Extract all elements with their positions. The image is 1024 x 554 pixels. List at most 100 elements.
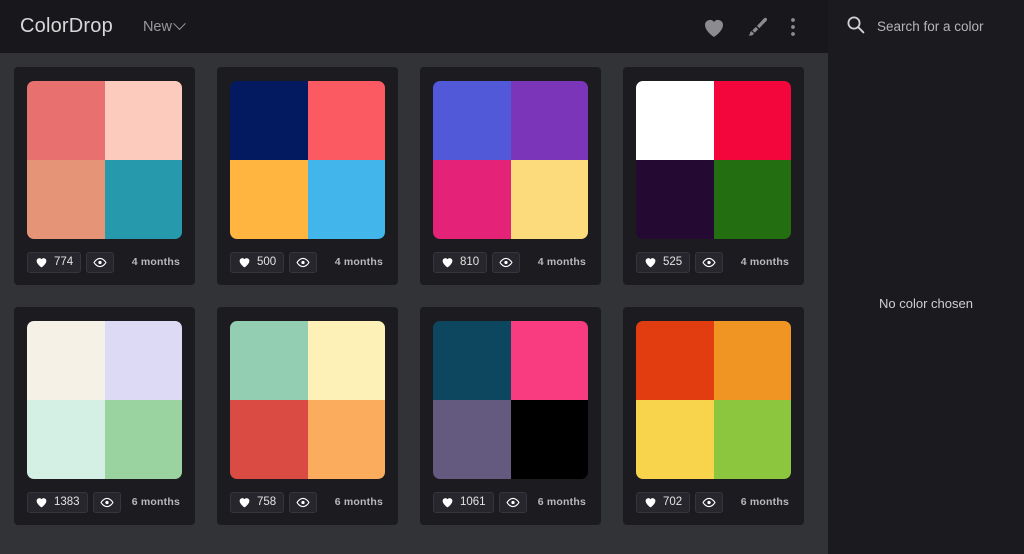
nav-new-dropdown[interactable]: New <box>142 17 186 35</box>
main-column: ColorDrop New 774 4 months 500 4 months … <box>0 0 828 554</box>
like-button[interactable]: 758 <box>230 491 285 513</box>
swatch-quadrant[interactable] <box>713 81 791 160</box>
card-footer: 774 4 months <box>27 251 182 273</box>
swatch-quadrant[interactable] <box>636 400 714 479</box>
like-count: 500 <box>257 256 277 268</box>
swatch-quadrant[interactable] <box>433 321 511 400</box>
swatch-quadrant[interactable] <box>307 321 385 400</box>
like-count: 1383 <box>54 496 80 508</box>
swatch-quadrant[interactable] <box>713 400 791 479</box>
eye-icon <box>296 497 310 508</box>
swatch-quadrant[interactable] <box>510 321 588 400</box>
palette-swatch[interactable] <box>27 81 182 239</box>
swatch-quadrant[interactable] <box>230 81 308 160</box>
swatch-quadrant[interactable] <box>636 321 714 400</box>
palette-card[interactable]: 702 6 months <box>623 307 804 525</box>
palette-card[interactable]: 1383 6 months <box>14 307 195 525</box>
swatch-quadrant[interactable] <box>636 81 714 160</box>
swatch-quadrant[interactable] <box>307 160 385 239</box>
eye-icon <box>505 497 520 508</box>
palette-card[interactable]: 525 4 months <box>623 67 804 285</box>
like-button[interactable]: 702 <box>636 491 691 513</box>
card-footer: 1383 6 months <box>27 491 182 513</box>
card-footer: 758 6 months <box>230 491 385 513</box>
palette-card[interactable]: 810 4 months <box>420 67 601 285</box>
like-button[interactable]: 774 <box>27 251 82 273</box>
card-age: 6 months <box>131 496 180 508</box>
swatch-quadrant[interactable] <box>433 160 511 239</box>
palette-card[interactable]: 774 4 months <box>14 67 195 285</box>
nav-new-label: New <box>142 18 172 35</box>
eye-icon <box>702 497 716 508</box>
palette-swatch[interactable] <box>27 321 182 479</box>
swatch-quadrant[interactable] <box>713 160 791 239</box>
preview-button[interactable] <box>289 251 318 273</box>
swatch-quadrant[interactable] <box>27 400 105 479</box>
swatch-quadrant[interactable] <box>104 400 182 479</box>
like-button[interactable]: 525 <box>636 251 691 273</box>
search-icon <box>846 15 865 39</box>
card-age: 6 months <box>537 496 586 508</box>
palette-card[interactable]: 500 4 months <box>217 67 398 285</box>
preview-button[interactable] <box>498 491 527 513</box>
heart-icon <box>644 256 657 268</box>
eye-icon <box>296 257 310 268</box>
swatch-quadrant[interactable] <box>433 81 511 160</box>
palette-swatch[interactable] <box>636 321 791 479</box>
search-input[interactable] <box>877 19 1007 34</box>
like-button[interactable]: 1383 <box>27 491 88 513</box>
like-button[interactable]: 810 <box>433 251 488 273</box>
palette-swatch[interactable] <box>433 321 588 479</box>
swatch-quadrant[interactable] <box>230 321 308 400</box>
preview-button[interactable] <box>492 251 521 273</box>
swatch-quadrant[interactable] <box>510 81 588 160</box>
preview-button[interactable] <box>289 491 318 513</box>
swatch-quadrant[interactable] <box>713 321 791 400</box>
swatch-quadrant[interactable] <box>307 81 385 160</box>
swatch-quadrant[interactable] <box>27 160 105 239</box>
more-vertical-icon[interactable] <box>790 16 796 38</box>
palette-swatch[interactable] <box>636 81 791 239</box>
heart-icon <box>35 256 48 268</box>
heart-icon <box>441 496 454 508</box>
swatch-quadrant[interactable] <box>433 400 511 479</box>
chevron-down-icon <box>173 17 186 31</box>
palette-grid-scroll[interactable]: 774 4 months 500 4 months 810 4 months 525 4 mo… <box>0 53 828 554</box>
like-count: 810 <box>460 256 480 268</box>
heart-icon <box>441 256 454 268</box>
swatch-quadrant[interactable] <box>27 81 105 160</box>
like-count: 758 <box>257 496 277 508</box>
eye-icon <box>93 257 107 268</box>
card-footer: 1061 6 months <box>433 491 588 513</box>
swatch-quadrant[interactable] <box>104 321 182 400</box>
search-bar[interactable] <box>828 0 1024 53</box>
palette-swatch[interactable] <box>230 81 385 239</box>
eye-icon <box>702 257 716 268</box>
swatch-quadrant[interactable] <box>104 160 182 239</box>
swatch-quadrant[interactable] <box>230 400 308 479</box>
swatch-quadrant[interactable] <box>307 400 385 479</box>
palette-swatch[interactable] <box>230 321 385 479</box>
like-button[interactable]: 1061 <box>433 491 494 513</box>
swatch-quadrant[interactable] <box>510 160 588 239</box>
palette-card[interactable]: 758 6 months <box>217 307 398 525</box>
preview-button[interactable] <box>86 251 115 273</box>
paintbrush-icon[interactable] <box>746 15 770 39</box>
preview-button[interactable] <box>92 491 121 513</box>
heart-icon[interactable] <box>702 16 726 38</box>
card-age: 4 months <box>740 256 789 268</box>
like-count: 774 <box>54 256 74 268</box>
heart-icon <box>35 496 48 508</box>
palette-card[interactable]: 1061 6 months <box>420 307 601 525</box>
swatch-quadrant[interactable] <box>510 400 588 479</box>
swatch-quadrant[interactable] <box>230 160 308 239</box>
preview-button[interactable] <box>695 251 724 273</box>
card-footer: 810 4 months <box>433 251 588 273</box>
heart-icon <box>238 256 251 268</box>
swatch-quadrant[interactable] <box>27 321 105 400</box>
swatch-quadrant[interactable] <box>636 160 714 239</box>
palette-swatch[interactable] <box>433 81 588 239</box>
preview-button[interactable] <box>695 491 724 513</box>
swatch-quadrant[interactable] <box>104 81 182 160</box>
like-button[interactable]: 500 <box>230 251 285 273</box>
